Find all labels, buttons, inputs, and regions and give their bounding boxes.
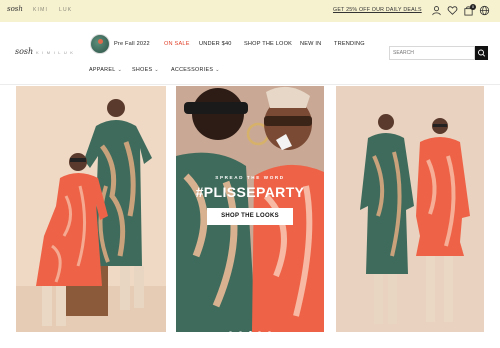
nav-accessories[interactable]: ACCESSORIES ⌄ xyxy=(171,67,220,73)
carousel-dot[interactable] xyxy=(228,331,232,332)
nav-apparel-label: APPAREL xyxy=(89,67,116,73)
nav-trending[interactable]: TRENDING xyxy=(334,41,365,47)
brand-tab-luk[interactable]: LUK xyxy=(59,7,72,13)
chevron-down-icon: ⌄ xyxy=(154,67,159,73)
hero-kicker: SPREAD THE WORD xyxy=(215,175,285,180)
carousel-dot[interactable] xyxy=(238,331,242,332)
header-divider xyxy=(0,84,500,85)
site-logo[interactable]: sosh xyxy=(15,47,33,56)
carousel-dot[interactable] xyxy=(268,331,272,332)
nav-accessories-label: ACCESSORIES xyxy=(171,67,214,73)
globe-icon[interactable] xyxy=(479,5,490,16)
nav-shoes-label: SHOES xyxy=(132,67,153,73)
hero-image-left[interactable] xyxy=(16,86,166,332)
carousel-dot-active[interactable] xyxy=(248,331,252,332)
hero-image-center[interactable]: SPREAD THE WORD #PLISSEPARTY SHOP THE LO… xyxy=(176,86,324,332)
chevron-down-icon: ⌄ xyxy=(215,67,220,73)
nav-shop-the-look[interactable]: SHOP THE LOOK xyxy=(244,41,292,47)
promo-link[interactable]: GET 25% OFF OUR DAILY DEALS xyxy=(333,7,422,13)
nav-under-40[interactable]: UNDER $40 xyxy=(199,41,232,47)
featured-collection-thumbnail[interactable] xyxy=(90,34,110,54)
carousel-dot[interactable] xyxy=(258,331,262,332)
brand-tab-kimi[interactable]: KIMI xyxy=(33,7,48,13)
nav-on-sale[interactable]: ON SALE xyxy=(164,41,190,47)
nav-featured-collection[interactable]: Pre Fall 2022 xyxy=(114,41,150,47)
search-icon xyxy=(478,49,486,57)
heart-icon[interactable] xyxy=(447,5,458,16)
site-logo-subtitle: K I M I L U K xyxy=(36,50,75,55)
nav-apparel[interactable]: APPAREL ⌄ xyxy=(89,67,122,73)
promo-bar: sosh KIMI LUK GET 25% OFF OUR DAILY DEAL… xyxy=(0,0,500,22)
brand-tab-sosh[interactable]: sosh xyxy=(7,5,23,13)
nav-new-in[interactable]: NEW IN xyxy=(300,41,321,47)
user-icon[interactable] xyxy=(431,5,442,16)
hero-title: #PLISSEPARTY xyxy=(195,184,305,200)
chevron-down-icon: ⌄ xyxy=(117,67,123,73)
cart-count-badge: 0 xyxy=(470,4,476,10)
nav-shoes[interactable]: SHOES ⌄ xyxy=(132,67,159,73)
search-input[interactable] xyxy=(389,46,475,60)
shop-the-looks-button[interactable]: SHOP THE LOOKS xyxy=(207,208,293,225)
model-photo-left xyxy=(16,86,166,332)
model-photo-right xyxy=(336,86,484,332)
hero-image-right[interactable] xyxy=(336,86,484,332)
search-button[interactable] xyxy=(475,46,488,60)
carousel-dots xyxy=(176,321,324,332)
